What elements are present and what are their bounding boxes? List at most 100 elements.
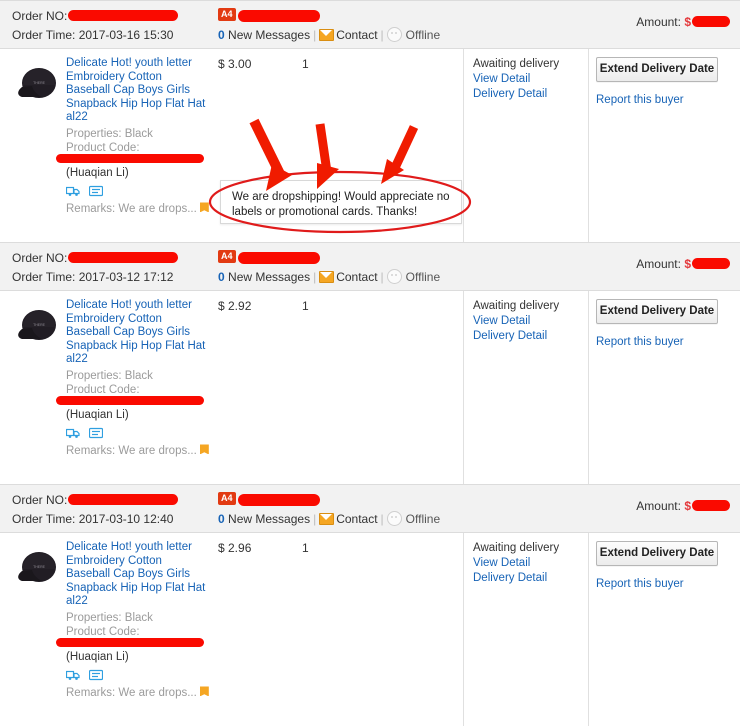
- delivery-detail-link[interactable]: Delivery Detail: [473, 329, 583, 344]
- orange-flag-icon[interactable]: [199, 202, 209, 213]
- divider: |: [313, 512, 317, 526]
- order-header-left: Order NO: Order Time: 2017-03-10 12:40: [12, 491, 179, 529]
- order-remarks: Remarks: We are drops...: [66, 444, 209, 458]
- item-quantity: 1: [302, 541, 309, 555]
- new-messages-label[interactable]: New Messages: [228, 270, 310, 284]
- buyer-contact-line: 0 New Messages | Contact | Offline: [218, 26, 440, 45]
- mail-icon[interactable]: [319, 28, 335, 41]
- baseball-cap-image: THERE: [18, 552, 56, 582]
- product-thumbnail[interactable]: THERE: [12, 301, 64, 353]
- status-cell: Awaiting delivery View Detail Delivery D…: [473, 299, 583, 344]
- offline-label: Offline: [405, 270, 441, 284]
- delivery-detail-link[interactable]: Delivery Detail: [473, 87, 583, 102]
- orange-flag-icon[interactable]: [199, 686, 209, 697]
- item-price: $ 2.92: [218, 299, 252, 313]
- order-amount: Amount: $: [636, 15, 730, 29]
- column-divider: [588, 49, 589, 242]
- order-no-redaction: [68, 252, 179, 264]
- view-detail-link[interactable]: View Detail: [473, 72, 583, 87]
- amount-redaction: [692, 258, 730, 270]
- product-action-icons: [65, 426, 206, 440]
- divider: |: [380, 28, 384, 42]
- product-properties: Properties: Black: [66, 127, 153, 140]
- extend-delivery-date-button[interactable]: Extend Delivery Date: [596, 541, 718, 566]
- buyer-line: A4: [218, 7, 440, 26]
- order-time-line: Order Time: 2017-03-12 17:12: [12, 268, 178, 287]
- amount-label: Amount:: [636, 499, 681, 513]
- buyer-note-icon[interactable]: [89, 185, 104, 197]
- item-quantity: 1: [302, 57, 309, 71]
- order-time-label: Order Time:: [12, 270, 76, 284]
- order-status: Awaiting delivery: [473, 542, 560, 554]
- product-info: Delicate Hot! youth letter Embroidery Co…: [56, 57, 209, 216]
- buyer-line: A4: [218, 249, 440, 268]
- amount-redaction: [692, 16, 730, 28]
- product-code: Product Code:: [56, 383, 206, 405]
- new-messages-label[interactable]: New Messages: [228, 512, 310, 526]
- order-no-line: Order NO:: [12, 249, 179, 268]
- mail-icon[interactable]: [319, 270, 335, 283]
- new-messages-count: 0: [218, 28, 225, 42]
- orange-flag-icon[interactable]: [199, 444, 209, 455]
- order-no-line: Order NO:: [12, 7, 179, 26]
- baseball-cap-image: THERE: [18, 310, 56, 340]
- report-buyer-link[interactable]: Report this buyer: [596, 94, 732, 106]
- status-cell: Awaiting delivery View Detail Delivery D…: [473, 57, 583, 102]
- buyer-note-icon[interactable]: [89, 427, 104, 439]
- product-code-label: Product Code:: [66, 141, 140, 154]
- view-detail-link[interactable]: View Detail: [473, 556, 583, 571]
- view-detail-link[interactable]: View Detail: [473, 314, 583, 329]
- delivery-detail-link[interactable]: Delivery Detail: [473, 571, 583, 586]
- order-remarks: Remarks: We are drops...: [66, 686, 209, 700]
- buyer-level-badge: A4: [218, 250, 236, 264]
- shipping-truck-icon[interactable]: [65, 427, 80, 439]
- extend-delivery-date-button[interactable]: Extend Delivery Date: [596, 299, 718, 324]
- product-action-icons: [65, 184, 206, 198]
- product-action-icons: [65, 668, 206, 682]
- amount-currency: $: [684, 499, 691, 513]
- buyer-contact-line: 0 New Messages | Contact | Offline: [218, 510, 440, 529]
- contact-link[interactable]: Contact: [336, 28, 377, 42]
- product-thumbnail[interactable]: THERE: [12, 59, 64, 111]
- mail-icon[interactable]: [319, 512, 335, 525]
- order-no-line: Order NO:: [12, 491, 179, 510]
- order-time-value: 2017-03-16 15:30: [78, 28, 174, 42]
- product-thumbnail[interactable]: THERE: [12, 543, 64, 595]
- product-code-redaction: [56, 637, 204, 647]
- product-info: Delicate Hot! youth letter Embroidery Co…: [56, 299, 209, 458]
- order-body: THERE Delicate Hot! youth letter Embroid…: [0, 291, 740, 484]
- product-code: Product Code:: [56, 625, 206, 647]
- buyer-note-icon[interactable]: [89, 669, 104, 681]
- contact-link[interactable]: Contact: [336, 512, 377, 526]
- product-code-redaction: [56, 153, 204, 163]
- column-divider: [588, 533, 589, 726]
- column-divider: [463, 291, 464, 484]
- report-buyer-link[interactable]: Report this buyer: [596, 336, 732, 348]
- offline-status-icon: [386, 27, 402, 43]
- buyer-name-redaction: [237, 251, 320, 264]
- order-amount: Amount: $: [636, 257, 730, 271]
- contact-link[interactable]: Contact: [336, 270, 377, 284]
- order-header-middle: A4 0 New Messages | Contact | Offline: [218, 491, 440, 529]
- amount-label: Amount:: [636, 257, 681, 271]
- report-buyer-link[interactable]: Report this buyer: [596, 578, 732, 590]
- product-title-link[interactable]: Delicate Hot! youth letter Embroidery Co…: [66, 57, 206, 125]
- order-no-label: Order NO:: [12, 493, 68, 507]
- order-block: Order NO: Order Time: 2017-03-12 17:12 A…: [0, 242, 740, 484]
- shipping-truck-icon[interactable]: [65, 669, 80, 681]
- product-code: Product Code:: [56, 141, 206, 163]
- offline-label: Offline: [405, 28, 441, 42]
- extend-delivery-date-button[interactable]: Extend Delivery Date: [596, 57, 718, 82]
- order-header-middle: A4 0 New Messages | Contact | Offline: [218, 7, 440, 45]
- actions-cell: Extend Delivery Date Report this buyer: [596, 541, 732, 590]
- order-no-redaction: [68, 494, 179, 506]
- new-messages-label[interactable]: New Messages: [228, 28, 310, 42]
- order-body: THERE Delicate Hot! youth letter Embroid…: [0, 49, 740, 242]
- new-messages-count: 0: [218, 512, 225, 526]
- order-no-label: Order NO:: [12, 9, 68, 23]
- order-time-label: Order Time:: [12, 512, 76, 526]
- order-header: Order NO: Order Time: 2017-03-10 12:40 A…: [0, 484, 740, 533]
- product-title-link[interactable]: Delicate Hot! youth letter Embroidery Co…: [66, 299, 206, 367]
- product-title-link[interactable]: Delicate Hot! youth letter Embroidery Co…: [66, 541, 206, 609]
- shipping-truck-icon[interactable]: [65, 185, 80, 197]
